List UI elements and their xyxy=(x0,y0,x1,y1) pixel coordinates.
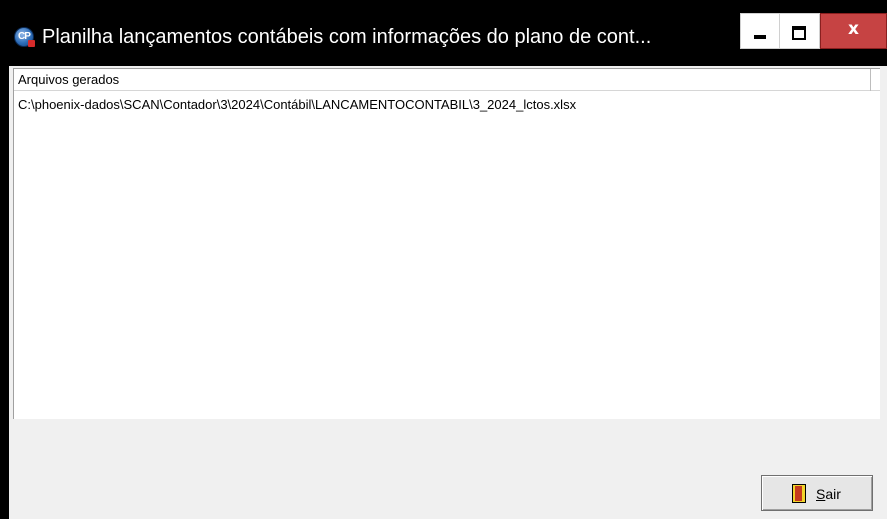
client-area: Arquivos gerados C:\phoenix-dados\SCAN\C… xyxy=(9,66,887,519)
close-button[interactable]: x xyxy=(820,13,887,49)
generated-files-list[interactable]: Arquivos gerados C:\phoenix-dados\SCAN\C… xyxy=(13,68,880,419)
cp-app-icon[interactable]: CP xyxy=(14,27,35,47)
exit-button-mnemonic: S xyxy=(816,486,826,502)
exit-button-label: Sair xyxy=(816,485,841,503)
exit-button-label-rest: air xyxy=(825,486,841,502)
app-icon-badge xyxy=(28,40,35,47)
maximize-button[interactable] xyxy=(780,13,820,49)
window-title: Planilha lançamentos contábeis com infor… xyxy=(42,26,652,48)
list-item[interactable]: C:\phoenix-dados\SCAN\Contador\3\2024\Co… xyxy=(18,96,576,114)
door-exit-icon xyxy=(792,484,806,503)
minimize-button[interactable] xyxy=(740,13,780,49)
list-header: Arquivos gerados xyxy=(14,69,880,91)
exit-button[interactable]: Sair xyxy=(761,475,873,511)
title-bar[interactable]: CP Planilha lançamentos contábeis com in… xyxy=(0,0,887,66)
column-header-arquivos-gerados[interactable]: Arquivos gerados xyxy=(14,69,871,91)
close-icon: x xyxy=(848,19,859,39)
app-window: CP Planilha lançamentos contábeis com in… xyxy=(0,0,887,519)
